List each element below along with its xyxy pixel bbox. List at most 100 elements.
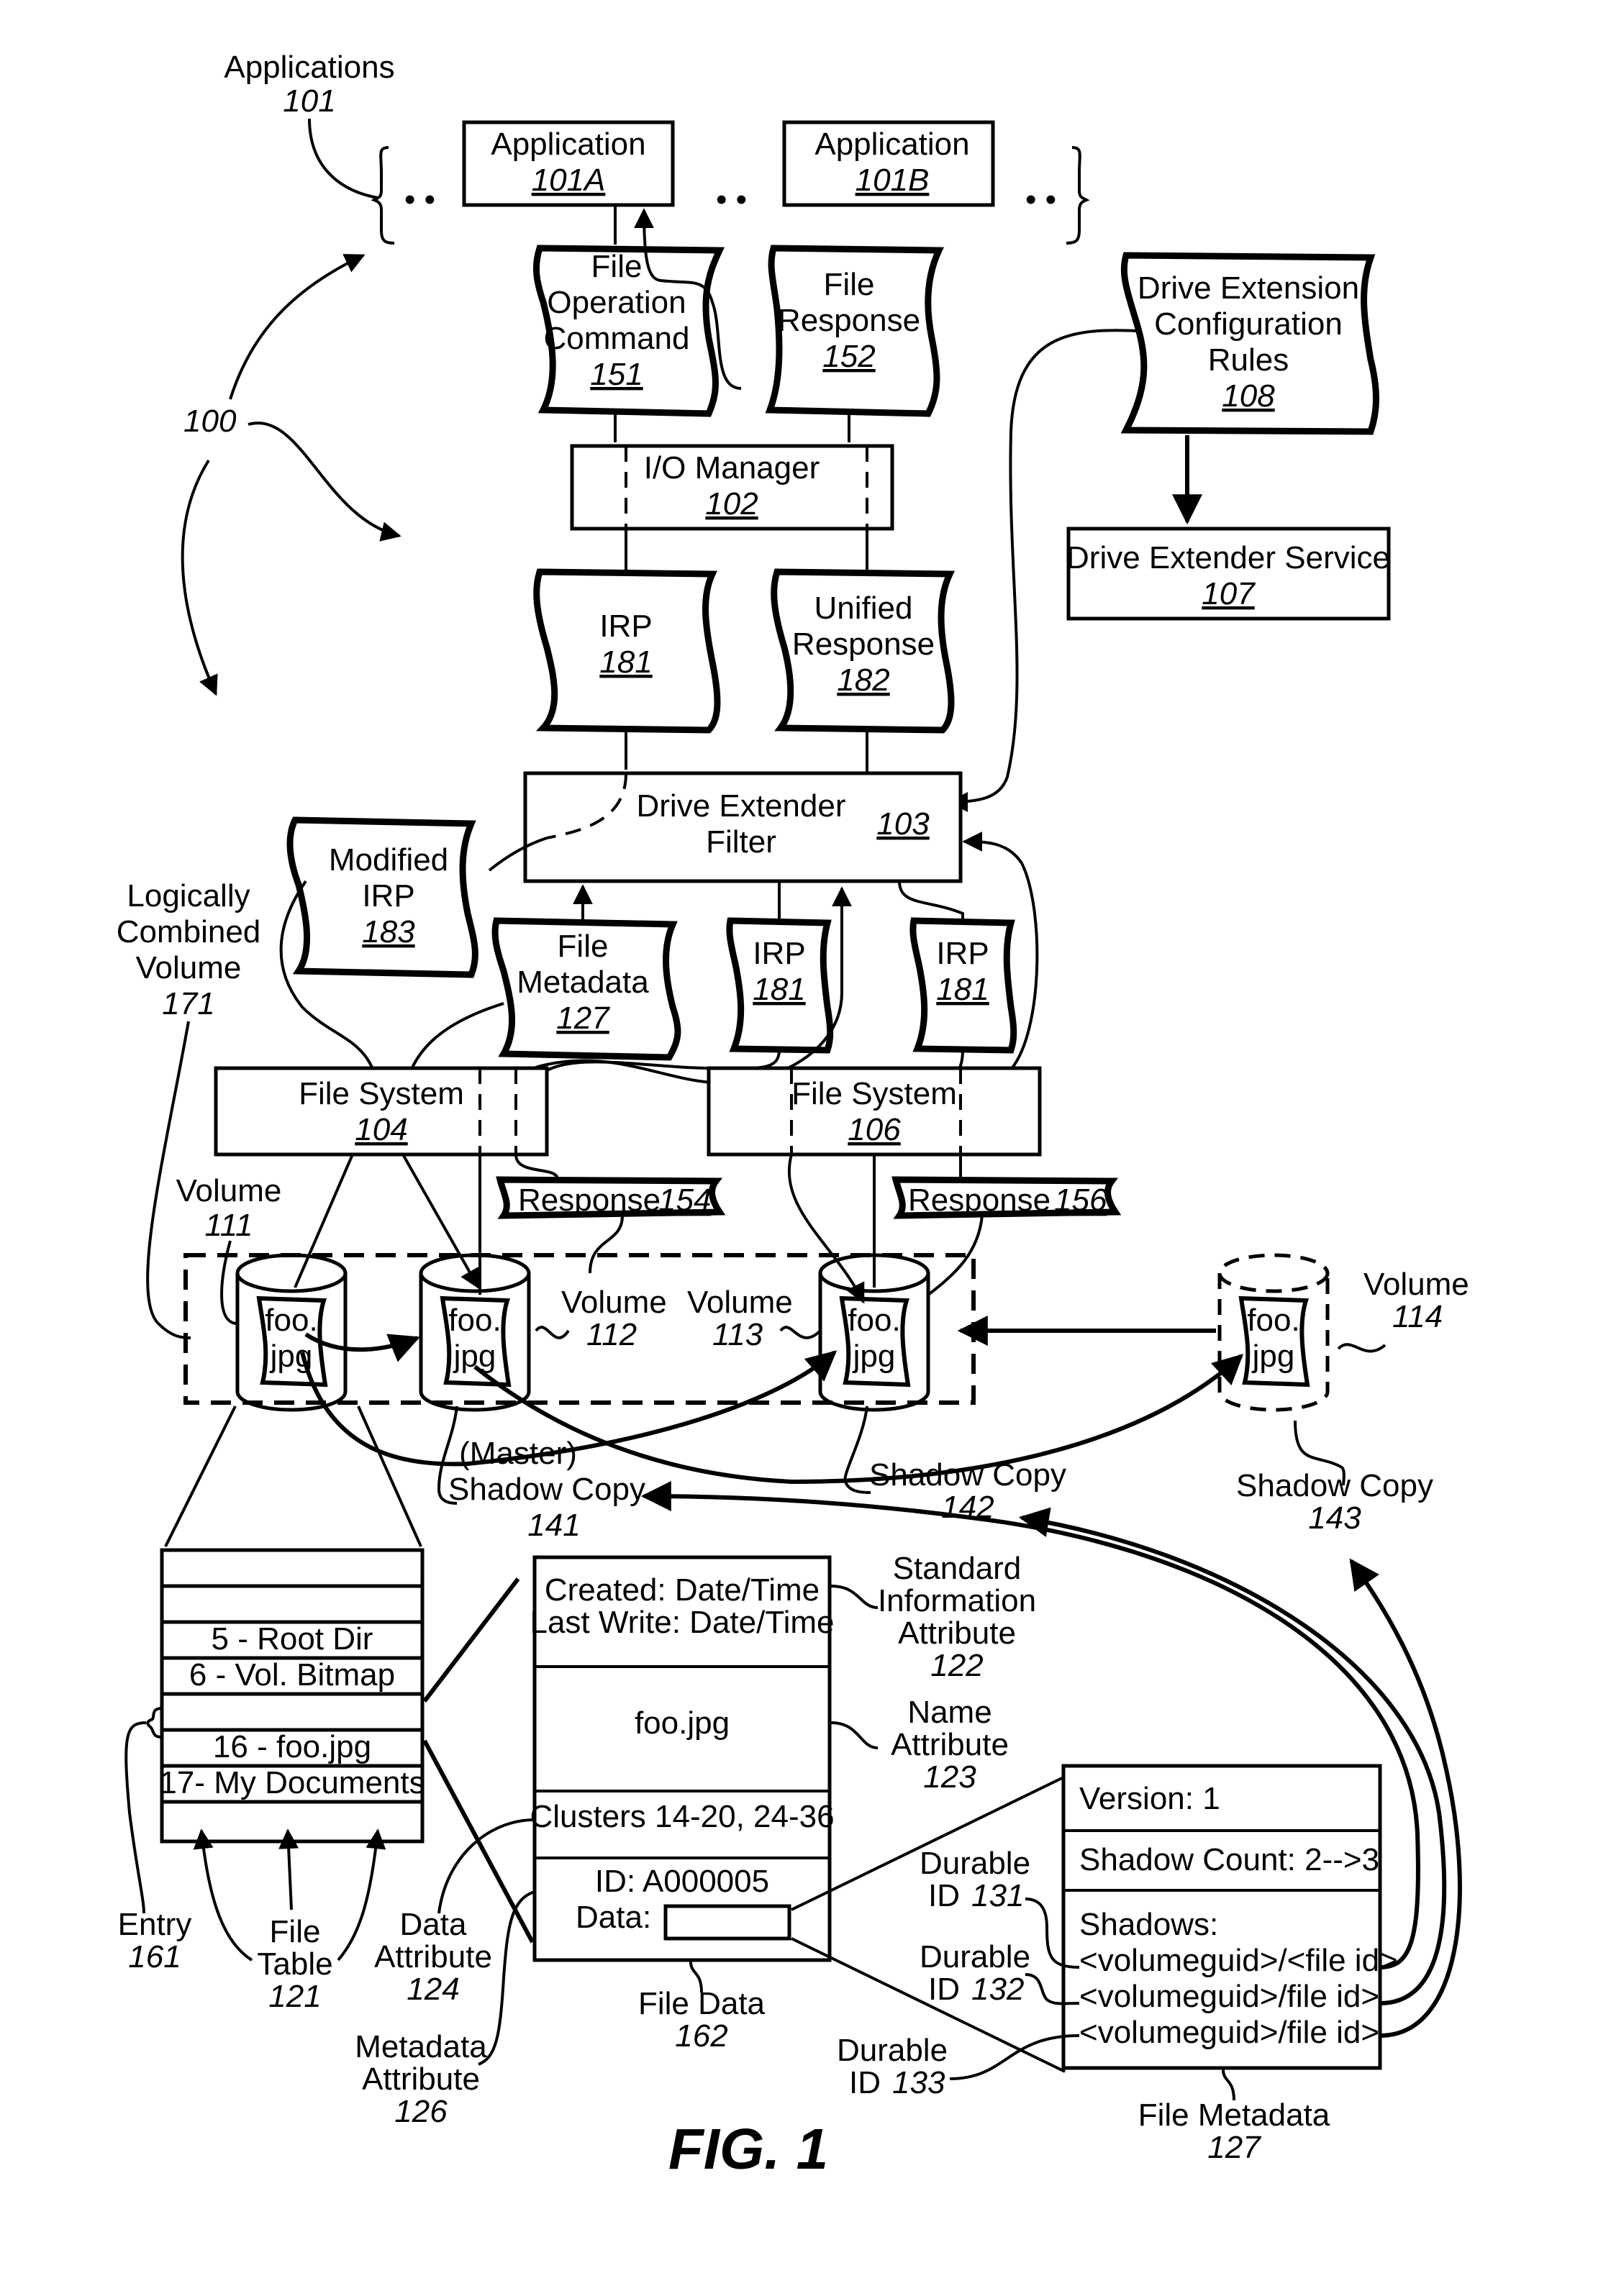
unified-response-182[interactable]: Unified Response 182 [771, 568, 956, 734]
file-table-num: 121 [268, 1979, 321, 2014]
file-metadata-127-msg[interactable]: File Metadata 127 [491, 917, 681, 1061]
std-info-line-2: Information [878, 1583, 1036, 1618]
record-data-field[interactable] [663, 1904, 791, 1941]
file-table-row[interactable] [160, 1692, 425, 1732]
file-table-row[interactable]: 16 - foo.jpg [160, 1728, 425, 1768]
resp154-to-vol112 [589, 1215, 624, 1274]
file-system-106[interactable]: File System 106 [707, 1066, 1042, 1157]
zoom-line-right [357, 1406, 422, 1547]
shadow141-num: 141 [527, 1508, 580, 1543]
vol111-num: 111 [205, 1208, 253, 1243]
applications-label: Applications [224, 50, 394, 85]
application-101a[interactable]: Application 101A [462, 120, 675, 207]
file-table-row[interactable]: 5 - Root Dir [160, 1620, 425, 1660]
row-label: 6 - Vol. Bitmap [189, 1657, 395, 1693]
file-table-row[interactable] [160, 1584, 425, 1624]
meta-attr-num: 126 [394, 2094, 448, 2129]
vol112-leader [535, 1326, 570, 1339]
file-name-line-2: jpg [1251, 1339, 1295, 1374]
file-name-line-1: foo. [265, 1303, 317, 1338]
file-system-104[interactable]: File System 104 [214, 1066, 549, 1157]
durable-131-id: ID [928, 1878, 960, 1913]
arrow-100-right [248, 422, 401, 542]
unified-line-2: Response [792, 627, 935, 662]
logical-line-2: Combined [117, 914, 261, 949]
response-156[interactable]: Response 156 [891, 1176, 1122, 1219]
meta-attr-line-1: Metadata [355, 2029, 487, 2064]
drive-extender-service[interactable]: Drive Extender Service 107 [1066, 527, 1391, 621]
system-ref-100: 100 [183, 404, 237, 439]
modified-irp-line-2: IRP [362, 878, 414, 914]
file-table-row[interactable]: 6 - Vol. Bitmap [160, 1656, 425, 1696]
unified-num: 182 [837, 662, 889, 698]
volume-114-cylinder[interactable]: foo.jpg [1217, 1253, 1330, 1412]
response-154-num: 154 [658, 1183, 711, 1218]
irp-top-label: IRP [599, 609, 652, 644]
de-filter-line-1: Drive Extender [636, 788, 845, 824]
durable-132-id: ID [928, 1972, 960, 2007]
vol113-label: Volume [687, 1285, 793, 1320]
durable-133-leader [949, 2034, 1080, 2080]
irp-181-mid[interactable]: IRP 181 [726, 917, 834, 1054]
irp-right-label: IRP [936, 936, 989, 971]
file-name-line-1: foo. [1247, 1303, 1299, 1338]
io-manager-label: I/O Manager [644, 450, 820, 486]
cmd-line-3: Command [544, 321, 690, 356]
file-operation-command[interactable]: File Operation Command 151 [533, 245, 725, 417]
filter-irp-right-line [898, 880, 964, 921]
data-attr-num: 124 [407, 1972, 459, 2007]
config-rules-line-2: Configuration [1154, 306, 1343, 342]
entry-brace [146, 1707, 163, 1739]
de-filter-line-2: Filter [706, 824, 776, 860]
io-manager[interactable]: I/O Manager 102 [570, 444, 894, 531]
zoom-line-left [164, 1406, 237, 1547]
record-created: Created: Date/Time [545, 1572, 820, 1608]
response-154[interactable]: Response 154 [496, 1176, 726, 1219]
application-101a-label: Application [491, 127, 645, 162]
durable-133-id: ID [849, 2065, 881, 2100]
meta-attr-line-2: Attribute [362, 2062, 480, 2097]
file-table-row[interactable]: 17- My Documents [159, 1764, 425, 1804]
config-rules-num: 108 [1222, 378, 1275, 414]
file-response[interactable]: File Response 152 [765, 245, 945, 417]
drive-extender-filter[interactable]: Drive Extender Filter 103 [523, 771, 963, 883]
shadow141-line-1: (Master) [459, 1436, 577, 1471]
name-attr-leader [830, 1721, 879, 1749]
vol113-num: 113 [712, 1317, 763, 1352]
cylinder-top [235, 1253, 348, 1293]
record-clusters: Clusters 14-20, 24-36 [530, 1799, 834, 1834]
durable-131-num: 131 [971, 1878, 1024, 1913]
irp-181-top[interactable]: IRP 181 [533, 568, 721, 734]
metadata-shadow-entry-3: <volumeguid>/file id> [1079, 2015, 1379, 2050]
fs104-to-resp154 [514, 1154, 559, 1180]
drive-extension-configuration-rules[interactable]: Drive Extension Configuration Rules 108 [1120, 252, 1379, 435]
file-metadata-127: Version: 1 Shadow Count: 2-->3 Shadows: … [1061, 1764, 1398, 2070]
file-response-num: 152 [822, 339, 875, 374]
application-101b-num: 101B [856, 163, 930, 198]
record-name: foo.jpg [635, 1705, 730, 1741]
volume-111-cylinder[interactable]: foo.jpg [235, 1253, 348, 1412]
file-data-label: File Data [638, 1986, 766, 2021]
application-101b[interactable]: Application 101B [782, 120, 995, 207]
arrow-100-down [181, 459, 218, 696]
fs104-to-vol112 [401, 1154, 480, 1290]
ellipsis-left: • • [404, 182, 435, 217]
application-101a-num: 101A [532, 163, 606, 198]
fs106-num: 106 [848, 1112, 901, 1147]
irp-181-right[interactable]: IRP 181 [909, 917, 1017, 1054]
file-table-line-2: Table [257, 1946, 332, 1982]
unified-line-1: Unified [814, 591, 913, 626]
file-data-num: 162 [675, 2018, 727, 2054]
modified-irp-183[interactable]: Modified IRP 183 [286, 816, 478, 978]
file-table-arrow-right [337, 1828, 386, 1962]
copy-112-to-114 [473, 1354, 1244, 1485]
de-service-label: Drive Extender Service [1066, 540, 1390, 575]
vol112-label: Volume [561, 1285, 667, 1320]
irp-right-num: 181 [936, 972, 989, 1007]
file-table-row[interactable] [160, 1548, 425, 1588]
record-last-write: Last Write: Date/Time [530, 1605, 834, 1640]
cmd-line-1: File [591, 249, 643, 284]
file-response-line-1: File [824, 267, 875, 302]
name-attr-line-1: Name [907, 1695, 991, 1730]
de-filter-num: 103 [876, 806, 930, 842]
